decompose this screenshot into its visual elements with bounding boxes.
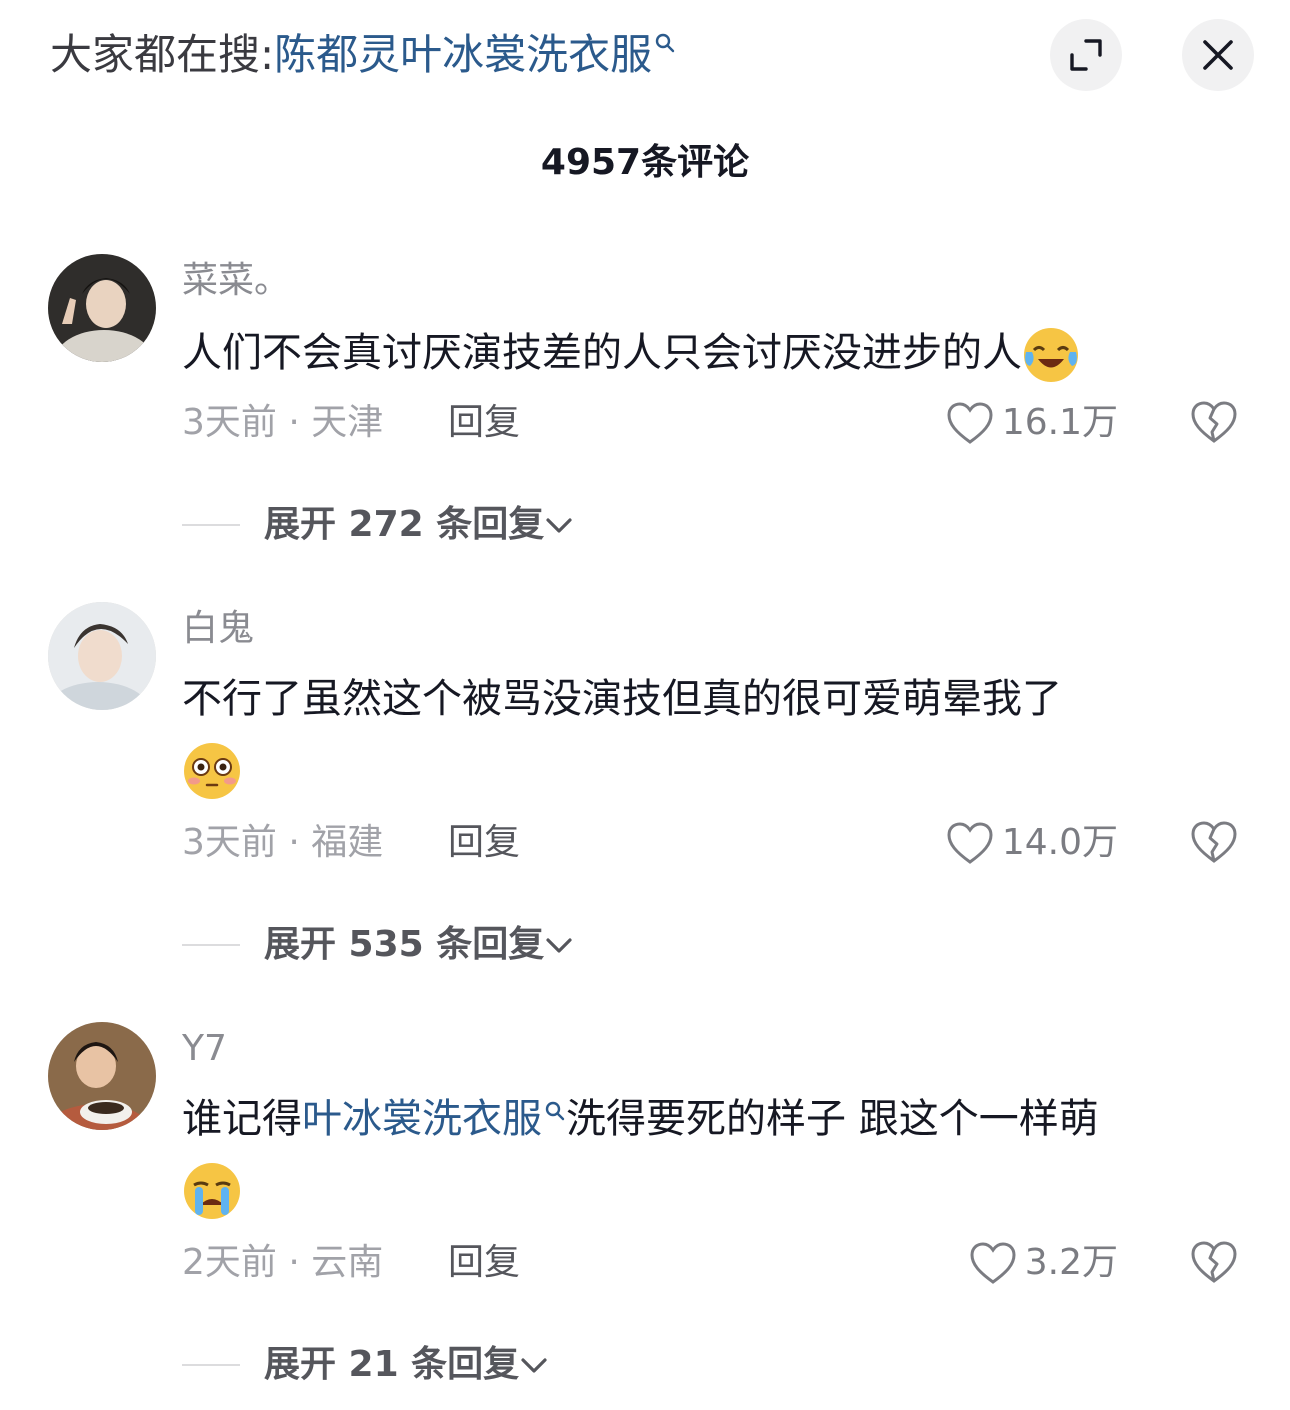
comment-meta: 3天前 · 天津	[182, 402, 384, 443]
divider-line	[182, 524, 240, 526]
comment-body: 人们不会真讨厌演技差的人只会讨厌没进步的人	[182, 330, 1022, 376]
close-icon	[1203, 40, 1233, 70]
chevron-down-icon	[546, 938, 572, 953]
expand-replies-button[interactable]: 展开 535 条回复	[182, 922, 574, 968]
comment-search-link[interactable]: 叶冰裳洗衣服	[302, 1096, 542, 1142]
comment-body-end: 洗得要死的样子 跟这个一样萌	[566, 1096, 1099, 1142]
like-button[interactable]: 16.1万	[946, 400, 1118, 446]
expand-replies-label: 展开 535 条回复	[264, 924, 545, 965]
search-icon	[655, 33, 675, 53]
expand-icon	[1070, 39, 1102, 71]
comment-text: 人们不会真讨厌演技差的人只会讨厌没进步的人	[182, 318, 1242, 388]
dislike-button[interactable]	[1190, 400, 1238, 448]
comment-username[interactable]: 菜菜。	[182, 258, 290, 304]
expand-button[interactable]	[1050, 19, 1122, 91]
expand-replies-label: 展开 21 条回复	[264, 1344, 520, 1385]
like-button[interactable]: 3.2万	[969, 1240, 1118, 1286]
comments-header: 大家都在搜:陈都灵叶冰裳洗衣服	[0, 0, 1290, 110]
comment-count-title: 4957条评论	[540, 142, 750, 183]
comment-text: 谁记得叶冰裳洗衣服 洗得要死的样子 跟这个一样萌	[182, 1084, 1242, 1224]
like-button[interactable]: 14.0万	[946, 820, 1118, 866]
expand-replies-button[interactable]: 展开 21 条回复	[182, 1342, 549, 1388]
comment-username[interactable]: 白鬼	[182, 606, 254, 652]
trending-search-prefix: 大家都在搜:	[50, 30, 275, 79]
expand-replies-button[interactable]: 展开 272 条回复	[182, 502, 574, 548]
search-icon	[545, 1101, 565, 1121]
avatar[interactable]	[48, 602, 156, 710]
broken-heart-icon	[1191, 1241, 1237, 1283]
close-button[interactable]	[1182, 19, 1254, 91]
divider-line	[182, 944, 240, 946]
avatar[interactable]	[48, 254, 156, 362]
avatar[interactable]	[48, 1022, 156, 1130]
dislike-button[interactable]	[1190, 820, 1238, 868]
trending-search-term[interactable]: 陈都灵叶冰裳洗衣服	[274, 30, 652, 79]
avatar-photo	[48, 602, 156, 710]
flushed-emoji-icon	[184, 743, 240, 799]
reply-button[interactable]: 回复	[448, 820, 520, 866]
broken-heart-icon	[1191, 401, 1237, 443]
comment-body: 不行了虽然这个被骂没演技但真的很可爱萌晕我了	[182, 676, 1062, 722]
heart-icon	[970, 1242, 1016, 1284]
comment-meta: 3天前 · 福建	[182, 822, 384, 863]
broken-heart-icon	[1191, 821, 1237, 863]
crying-emoji-icon	[184, 1163, 240, 1219]
heart-icon	[947, 402, 993, 444]
reply-button[interactable]: 回复	[448, 400, 520, 446]
avatar-photo	[48, 1022, 156, 1130]
chevron-down-icon	[521, 1358, 547, 1373]
like-count: 3.2万	[1024, 1242, 1118, 1283]
like-count: 14.0万	[1001, 822, 1118, 863]
trending-search-hint[interactable]: 大家都在搜:陈都灵叶冰裳洗衣服	[50, 28, 676, 82]
avatar-photo	[48, 254, 156, 362]
comment-body-start: 谁记得	[182, 1096, 302, 1142]
reply-button[interactable]: 回复	[448, 1240, 520, 1286]
chevron-down-icon	[546, 518, 572, 533]
divider-line	[182, 1364, 240, 1366]
comment-meta: 2天前 · 云南	[182, 1242, 384, 1283]
comment-username[interactable]: Y7	[182, 1026, 227, 1072]
dislike-button[interactable]	[1190, 1240, 1238, 1288]
expand-replies-label: 展开 272 条回复	[264, 504, 545, 545]
comment-text: 不行了虽然这个被骂没演技但真的很可爱萌晕我了	[182, 664, 1242, 804]
like-count: 16.1万	[1001, 402, 1118, 443]
heart-icon	[947, 822, 993, 864]
laughing-crying-emoji-icon	[1024, 328, 1078, 382]
